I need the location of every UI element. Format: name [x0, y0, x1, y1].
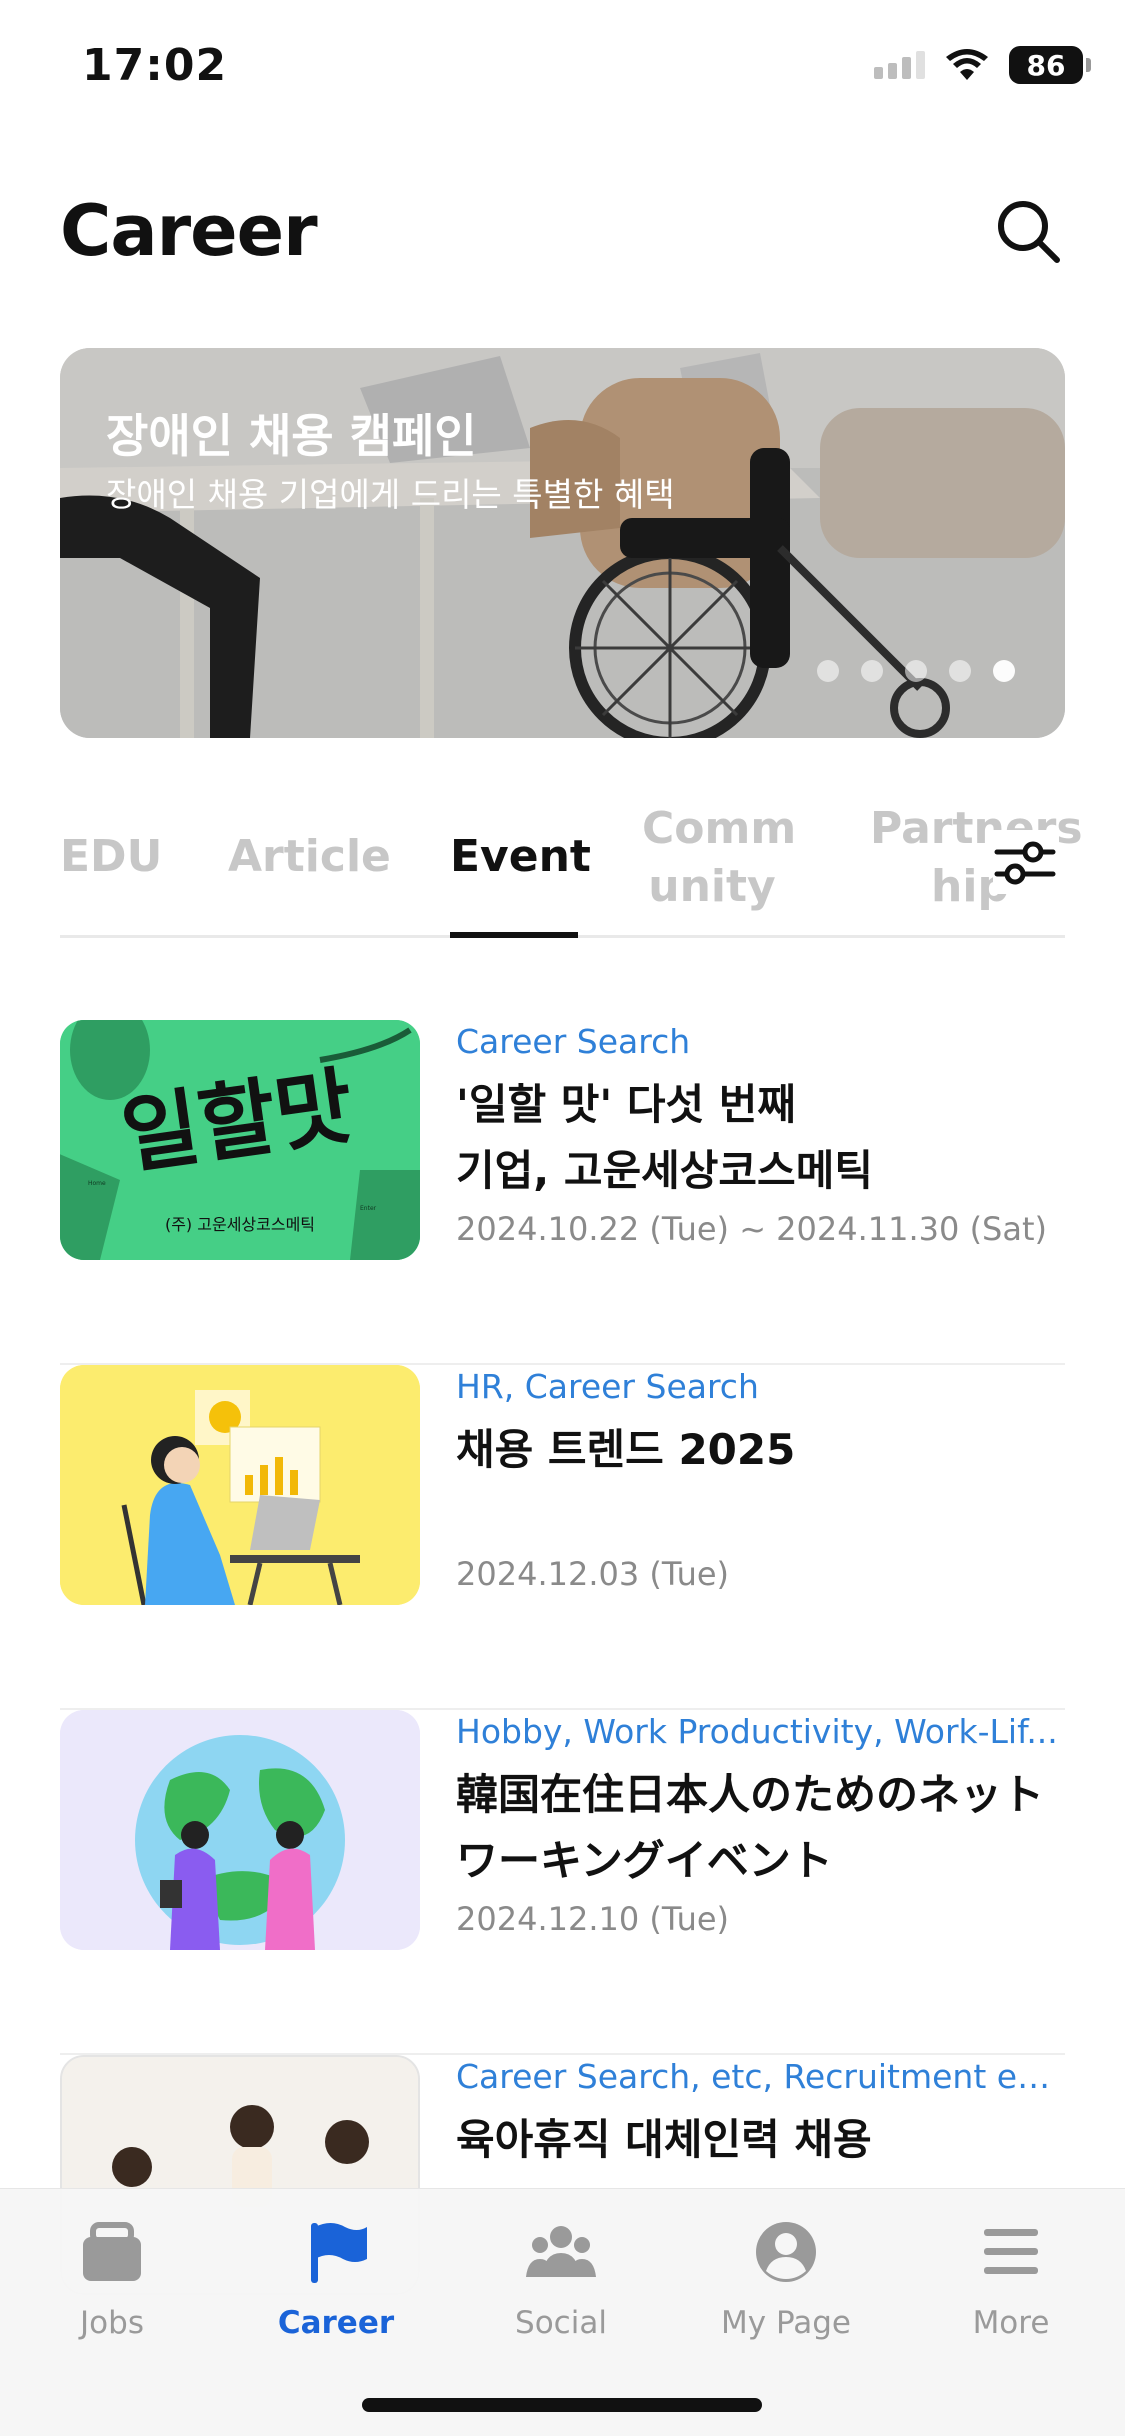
category-tabs: EDU Article Event Comm unity Partners hi… — [60, 800, 1083, 938]
nav-label: More — [972, 2305, 1050, 2341]
thumbnail-illustration — [60, 1365, 420, 1605]
filter-sliders-icon — [994, 841, 1056, 885]
banner-page-indicator[interactable] — [817, 660, 1015, 682]
event-category: HR, Career Search — [456, 1367, 759, 1406]
event-date: 2024.12.03 (Tue) — [456, 1555, 730, 1593]
person-circle-icon — [756, 2222, 816, 2282]
menu-icon — [984, 2229, 1038, 2274]
event-category: Career Search — [456, 1022, 691, 1061]
banner-title: 장애인 채용 캠페인 — [106, 409, 477, 463]
page-dot-active — [993, 660, 1015, 682]
event-title: '일할 맛' 다섯 번째 기업, 고운세상코스메틱 — [456, 1080, 873, 1195]
page-dot — [861, 660, 883, 682]
wifi-icon — [946, 49, 988, 80]
event-date: 2024.12.10 (Tue) — [456, 1900, 730, 1938]
promo-banner[interactable]: 장애인 채용 캠페인 장애인 채용 기업에게 드리는 특별한 혜택 — [60, 348, 1065, 738]
home-indicator[interactable] — [362, 2398, 762, 2412]
thumbnail-illustration: Home Enter 일할맛 (주) 고운세상코스메틱 — [60, 1020, 420, 1260]
page-dot — [905, 660, 927, 682]
tab-event[interactable]: Event — [450, 828, 591, 886]
nav-career[interactable]: Career — [236, 2219, 436, 2341]
list-item[interactable]: HR, Career Search 채용 트렌드 2025 2024.12.03… — [60, 1365, 1065, 1710]
list-item[interactable]: Hobby, Work Productivity, Work-Lif... 韓国… — [60, 1710, 1065, 2055]
status-bar: 17:02 86 — [0, 0, 1125, 140]
nav-social[interactable]: Social — [461, 2219, 661, 2341]
nav-my-page[interactable]: My Page — [686, 2219, 886, 2341]
event-date: 2024.10.22 (Tue) ~ 2024.11.30 (Sat) — [456, 1210, 1047, 1248]
thumb-key-enter: Enter — [360, 1205, 377, 1212]
search-button[interactable] — [993, 196, 1065, 268]
page-dot — [949, 660, 971, 682]
status-icons: 86 — [874, 46, 1091, 84]
status-time: 17:02 — [82, 40, 228, 91]
nav-more[interactable]: More — [911, 2219, 1111, 2341]
tab-community[interactable]: Comm unity — [642, 800, 796, 916]
briefcase-icon — [83, 2222, 141, 2281]
event-thumbnail — [60, 1710, 420, 1950]
filter-button[interactable] — [993, 830, 1057, 894]
tab-article[interactable]: Article — [228, 828, 391, 886]
list-item[interactable]: Home Enter 일할맛 (주) 고운세상코스메틱 Career Searc… — [60, 1020, 1065, 1365]
event-title: 韓国在住日本人のためのネット ワーキングイベント — [456, 1770, 1045, 1885]
flag-icon — [311, 2223, 367, 2283]
nav-label: My Page — [721, 2305, 851, 2341]
event-thumbnail: Home Enter 일할맛 (주) 고운세상코스메틱 — [60, 1020, 420, 1260]
nav-label: Career — [277, 2305, 395, 2341]
page-title: Career — [60, 190, 318, 272]
nav-label: Jobs — [80, 2305, 144, 2341]
thumbnail-illustration — [60, 1710, 420, 1950]
event-thumbnail — [60, 1365, 420, 1605]
page-dot — [817, 660, 839, 682]
thumb-key-home: Home — [88, 1180, 106, 1187]
thumb-caption: (주) 고운세상코스메틱 — [165, 1215, 315, 1234]
event-title: 채용 트렌드 2025 — [456, 1425, 796, 1474]
event-category: Hobby, Work Productivity, Work-Lif... — [456, 1712, 1058, 1751]
search-icon — [998, 201, 1060, 263]
active-tab-indicator — [450, 932, 578, 938]
nav-label: Social — [515, 2305, 607, 2341]
battery-indicator: 86 — [1009, 46, 1091, 84]
cellular-signal-icon — [874, 51, 925, 79]
event-title: 육아휴직 대체인력 채용 — [456, 2115, 872, 2164]
event-category: Career Search, etc, Recruitment event — [456, 2057, 1065, 2096]
nav-jobs[interactable]: Jobs — [12, 2219, 212, 2341]
people-icon — [526, 2226, 596, 2277]
banner-subtitle: 장애인 채용 기업에게 드리는 특별한 혜택 — [106, 475, 675, 514]
tab-edu[interactable]: EDU — [60, 828, 162, 886]
